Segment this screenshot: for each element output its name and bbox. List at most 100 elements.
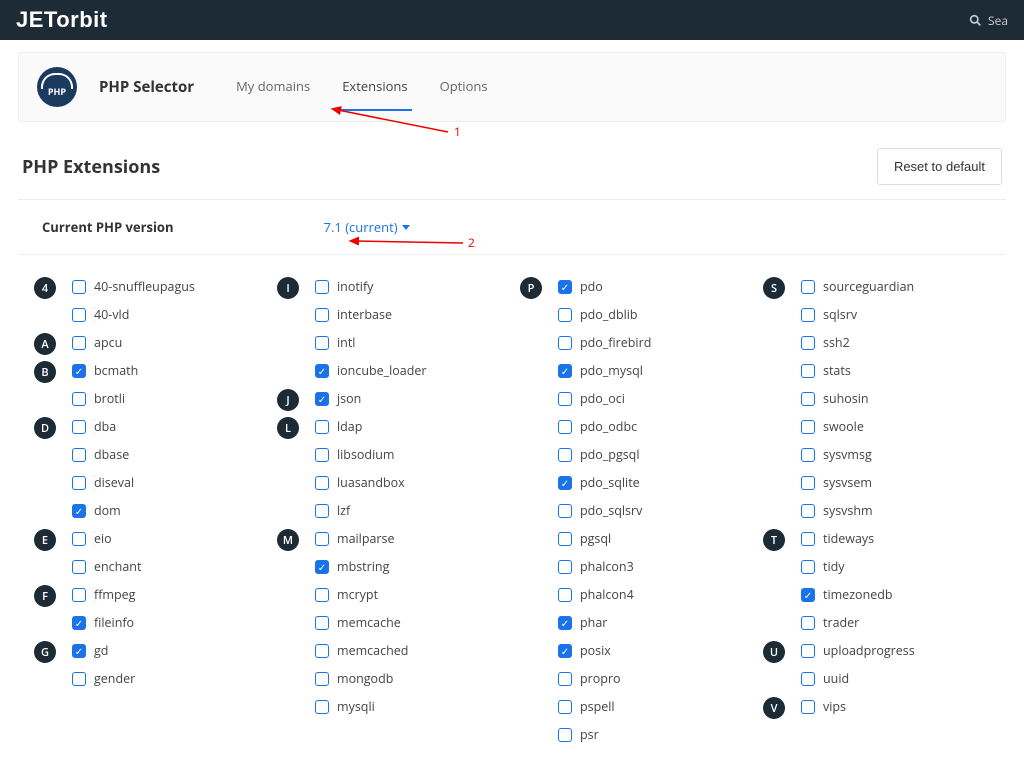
- checkbox-mongodb[interactable]: [315, 672, 329, 686]
- app-title: PHP Selector: [99, 77, 194, 97]
- checkbox-phar[interactable]: [558, 616, 572, 630]
- checkbox-ssh2[interactable]: [801, 336, 815, 350]
- checkbox-sqlsrv[interactable]: [801, 308, 815, 322]
- checkbox-pdo_pgsql[interactable]: [558, 448, 572, 462]
- extension-label: 40-vld: [94, 306, 129, 323]
- checkbox-gd[interactable]: [72, 644, 86, 658]
- checkbox-json[interactable]: [315, 392, 329, 406]
- checkbox-pgsql[interactable]: [558, 532, 572, 546]
- extension-label: uuid: [823, 670, 849, 687]
- version-select[interactable]: 7.1 (current): [324, 218, 410, 236]
- checkbox-40-snuffleupagus[interactable]: [72, 280, 86, 294]
- checkbox-uploadprogress[interactable]: [801, 644, 815, 658]
- extension-label: uploadprogress: [823, 642, 915, 659]
- checkbox-stats[interactable]: [801, 364, 815, 378]
- extension-label: propro: [580, 670, 621, 687]
- extension-item: dba: [72, 415, 261, 438]
- checkbox-diseval[interactable]: [72, 476, 86, 490]
- extension-label: mysqli: [337, 698, 375, 715]
- checkbox-ioncube_loader[interactable]: [315, 364, 329, 378]
- checkbox-propro[interactable]: [558, 672, 572, 686]
- extension-item: sysvshm: [801, 499, 990, 522]
- checkbox-phalcon4[interactable]: [558, 588, 572, 602]
- letter-badge: [34, 389, 56, 411]
- checkbox-pdo_sqlsrv[interactable]: [558, 504, 572, 518]
- checkbox-mysqli[interactable]: [315, 700, 329, 714]
- checkbox-eio[interactable]: [72, 532, 86, 546]
- tab-extensions[interactable]: Extensions: [338, 63, 411, 111]
- checkbox-inotify[interactable]: [315, 280, 329, 294]
- checkbox-posix[interactable]: [558, 644, 572, 658]
- letter-badge: [277, 501, 299, 523]
- checkbox-interbase[interactable]: [315, 308, 329, 322]
- checkbox-enchant[interactable]: [72, 560, 86, 574]
- checkbox-memcache[interactable]: [315, 616, 329, 630]
- checkbox-dba[interactable]: [72, 420, 86, 434]
- checkbox-brotli[interactable]: [72, 392, 86, 406]
- tab-my-domains[interactable]: My domains: [232, 63, 314, 111]
- checkbox-memcached[interactable]: [315, 644, 329, 658]
- letter-badge: B: [34, 361, 56, 383]
- extension-item: mongodb: [315, 667, 504, 690]
- extension-item: sourceguardian: [801, 275, 990, 298]
- checkbox-pspell[interactable]: [558, 700, 572, 714]
- checkbox-dom[interactable]: [72, 504, 86, 518]
- checkbox-swoole[interactable]: [801, 420, 815, 434]
- tab-options[interactable]: Options: [436, 63, 492, 111]
- extension-item: pdo_firebird: [558, 331, 747, 354]
- checkbox-pdo_dblib[interactable]: [558, 308, 572, 322]
- checkbox-intl[interactable]: [315, 336, 329, 350]
- checkbox-40-vld[interactable]: [72, 308, 86, 322]
- checkbox-pdo_mysql[interactable]: [558, 364, 572, 378]
- checkbox-trader[interactable]: [801, 616, 815, 630]
- checkbox-ffmpeg[interactable]: [72, 588, 86, 602]
- checkbox-tideways[interactable]: [801, 532, 815, 546]
- checkbox-pdo_oci[interactable]: [558, 392, 572, 406]
- reset-button[interactable]: Reset to default: [877, 148, 1002, 185]
- letter-badge: [763, 389, 785, 411]
- search-area[interactable]: Sea: [969, 12, 1008, 29]
- checkbox-libsodium[interactable]: [315, 448, 329, 462]
- checkbox-sysvmsg[interactable]: [801, 448, 815, 462]
- checkbox-pdo_odbc[interactable]: [558, 420, 572, 434]
- checkbox-dbase[interactable]: [72, 448, 86, 462]
- extension-item: pdo: [558, 275, 747, 298]
- checkbox-suhosin[interactable]: [801, 392, 815, 406]
- checkbox-apcu[interactable]: [72, 336, 86, 350]
- checkbox-pdo[interactable]: [558, 280, 572, 294]
- checkbox-mbstring[interactable]: [315, 560, 329, 574]
- letter-badge: [763, 501, 785, 523]
- checkbox-pdo_firebird[interactable]: [558, 336, 572, 350]
- extension-label: json: [337, 390, 361, 407]
- letter-badge: [520, 417, 542, 439]
- checkbox-sourceguardian[interactable]: [801, 280, 815, 294]
- checkbox-mcrypt[interactable]: [315, 588, 329, 602]
- checkbox-gender[interactable]: [72, 672, 86, 686]
- search-icon: [969, 14, 982, 27]
- extension-item: ldap: [315, 415, 504, 438]
- checkbox-phalcon3[interactable]: [558, 560, 572, 574]
- extension-label: stats: [823, 362, 851, 379]
- checkbox-sysvshm[interactable]: [801, 504, 815, 518]
- checkbox-tidy[interactable]: [801, 560, 815, 574]
- extension-item: diseval: [72, 471, 261, 494]
- extension-item: sysvsem: [801, 471, 990, 494]
- checkbox-psr[interactable]: [558, 728, 572, 742]
- letter-badge: M: [277, 529, 299, 551]
- letter-badge: [763, 473, 785, 495]
- checkbox-ldap[interactable]: [315, 420, 329, 434]
- extension-item: pdo_odbc: [558, 415, 747, 438]
- checkbox-luasandbox[interactable]: [315, 476, 329, 490]
- checkbox-vips[interactable]: [801, 700, 815, 714]
- extension-item: phalcon3: [558, 555, 747, 578]
- checkbox-fileinfo[interactable]: [72, 616, 86, 630]
- checkbox-timezonedb[interactable]: [801, 588, 815, 602]
- checkbox-uuid[interactable]: [801, 672, 815, 686]
- checkbox-sysvsem[interactable]: [801, 476, 815, 490]
- checkbox-pdo_sqlite[interactable]: [558, 476, 572, 490]
- checkbox-mailparse[interactable]: [315, 532, 329, 546]
- checkbox-lzf[interactable]: [315, 504, 329, 518]
- checkbox-bcmath[interactable]: [72, 364, 86, 378]
- extension-label: pdo_oci: [580, 390, 625, 407]
- extension-label: mbstring: [337, 558, 389, 575]
